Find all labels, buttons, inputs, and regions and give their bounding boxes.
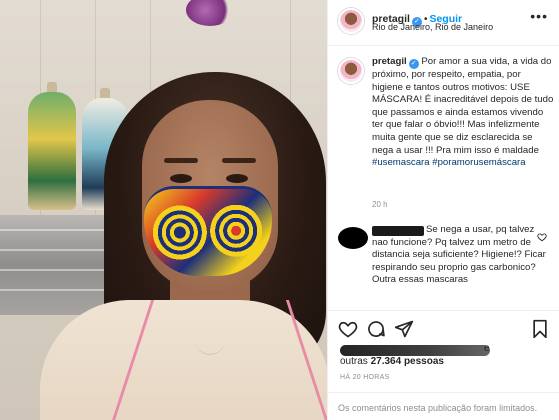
patterned-face-mask [144, 186, 272, 276]
drawer-shelf [0, 215, 120, 315]
caption-hashtags[interactable]: #usemascara #poramorusemáscara [372, 157, 526, 168]
eyebrow-right [222, 158, 256, 163]
likes-connector: e [484, 343, 490, 354]
shelf-row [0, 269, 120, 271]
caption-time: 20 h [372, 200, 388, 209]
likes-redacted-names[interactable] [340, 345, 490, 356]
paper-plane-icon[interactable] [394, 319, 414, 339]
necklace [195, 325, 225, 355]
comment-icon[interactable] [366, 319, 386, 339]
orchid-flower [186, 0, 234, 26]
bookmark-icon[interactable] [530, 319, 550, 339]
shelf-row [0, 249, 120, 251]
post-timestamp[interactable]: HÁ 20 HORAS [340, 374, 390, 381]
likes-count[interactable]: 27.364 pessoas [371, 356, 444, 367]
post-header: pretagil ✓ • Seguir Rio de Janeiro, Rio de … [328, 0, 559, 46]
comment-avatar-redacted[interactable] [338, 227, 368, 249]
post-caption: pretagil ✓ Por amor a sua vida, a vida do… [372, 56, 554, 170]
comments-limited-footer: Os comentários nesta publicação foram li… [328, 392, 559, 420]
caption-avatar[interactable] [338, 58, 364, 84]
more-options-icon[interactable]: ••• [530, 8, 548, 24]
comment-heart-icon[interactable] [537, 232, 547, 242]
caption-text: Por amor a sua vida, a vida do próximo, … [372, 56, 554, 156]
verified-badge-icon: ✓ [408, 59, 419, 69]
eye-left [170, 174, 192, 183]
likes-prefix: outras [340, 356, 371, 367]
post-photo[interactable] [0, 0, 327, 420]
eye-right [226, 174, 248, 183]
post-side-panel: pretagil ✓ • Seguir Rio de Janeiro, Rio de … [327, 0, 559, 420]
caption-username[interactable]: pretagil [372, 56, 407, 67]
shelf-row [0, 229, 120, 231]
eyebrow-left [164, 158, 198, 163]
comments-limited-notice: Os comentários nesta publicação foram li… [338, 403, 538, 413]
comment-username-redacted[interactable] [372, 226, 424, 236]
shelf-row [0, 289, 120, 291]
likes-summary[interactable]: outras 27.364 pessoas [340, 356, 444, 367]
decorative-board-left [28, 92, 76, 210]
profile-avatar[interactable] [338, 8, 364, 34]
heart-icon[interactable] [338, 319, 358, 339]
action-bar [328, 310, 559, 344]
location-link[interactable]: Rio de Janeiro, Rio de Janeiro [372, 22, 493, 32]
